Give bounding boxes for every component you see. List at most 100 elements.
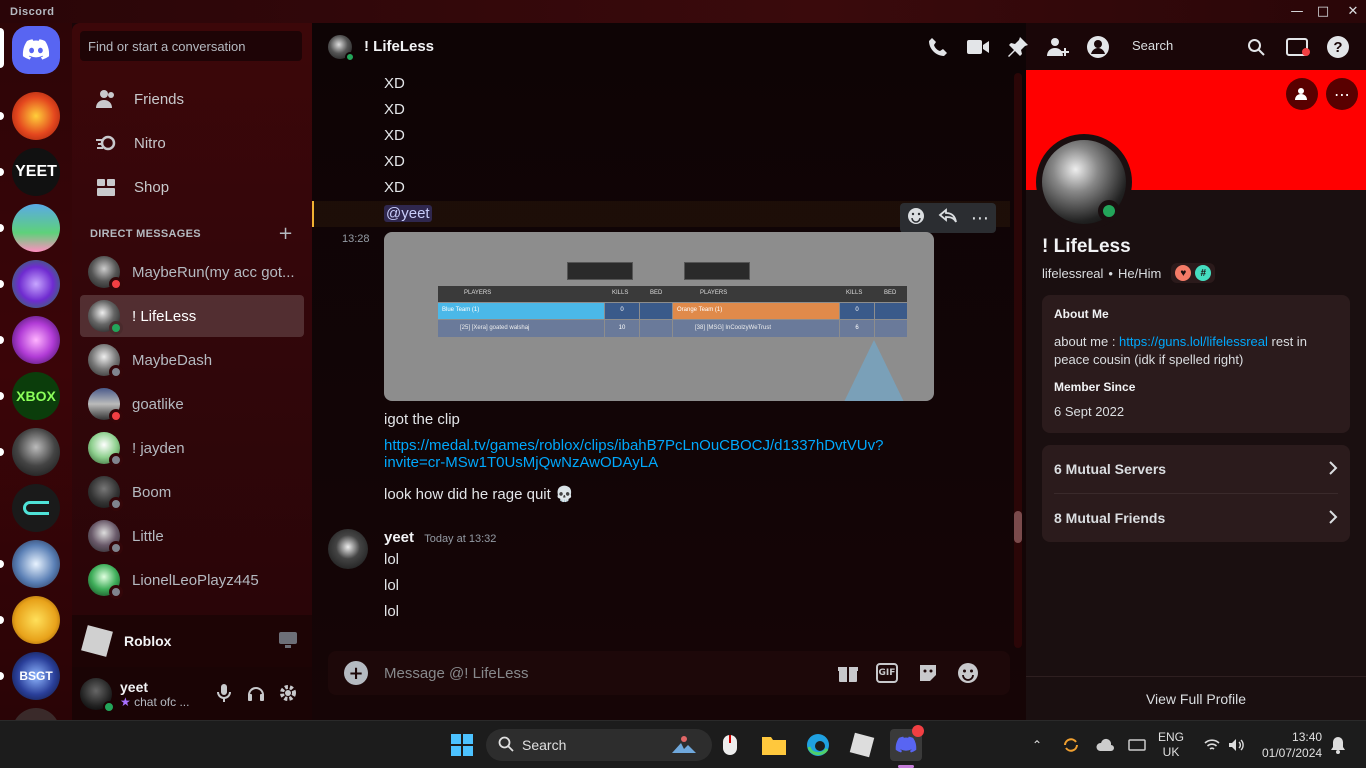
language-code: ENG	[1158, 730, 1185, 744]
nav-nitro[interactable]: Nitro	[80, 122, 304, 164]
help-icon[interactable]: ?	[1326, 35, 1350, 59]
offline-status-icon	[109, 497, 123, 511]
maximize-button[interactable]: □	[1306, 0, 1340, 23]
server-icon-bsgt[interactable]: BSGT	[12, 652, 60, 700]
message-line: look how did he rage quit 💀	[384, 486, 574, 503]
mouse-app-icon[interactable]	[714, 729, 746, 761]
add-attachment-button[interactable]: +	[344, 661, 368, 685]
video-call-icon[interactable]	[966, 35, 990, 59]
discord-taskbar-icon[interactable]	[890, 725, 924, 761]
keyboard-tray-icon[interactable]	[1128, 721, 1146, 768]
dm-item-selected[interactable]: ! LifeLess	[80, 295, 304, 337]
scoreboard-timer-right	[684, 262, 750, 280]
search-icon[interactable]	[1244, 35, 1268, 59]
view-friend-status-icon[interactable]	[1286, 78, 1318, 110]
chat-header: ! LifeLess	[312, 23, 1026, 70]
dm-item-name: MaybeRun(my acc got...	[132, 263, 295, 281]
dm-item[interactable]: Boom	[80, 471, 304, 513]
edge-browser-icon[interactable]	[802, 729, 834, 761]
nav-friends-label: Friends	[134, 90, 185, 108]
user-profile-toggle-icon[interactable]	[1086, 35, 1110, 59]
server-icon-hooded[interactable]	[12, 428, 60, 476]
pinned-messages-icon[interactable]	[1006, 35, 1030, 59]
dm-item[interactable]: MaybeDash	[80, 339, 304, 381]
server-icon-yeet[interactable]: YEET	[12, 148, 60, 196]
show-hidden-icons[interactable]: ⌃	[1032, 721, 1042, 768]
hypesquad-badge-icon[interactable]: #	[1195, 265, 1212, 281]
headphones-icon[interactable]	[246, 683, 266, 707]
dm-item[interactable]: goatlike	[80, 383, 304, 425]
avatar[interactable]	[328, 529, 368, 569]
clock[interactable]: 13:40 01/07/2024	[1262, 721, 1322, 768]
roblox-taskbar-icon[interactable]	[846, 729, 878, 761]
medal-clip-link[interactable]: https://medal.tv/games/roblox/clips/ibah…	[384, 437, 883, 471]
avatar	[88, 476, 123, 511]
server-icon-ghost[interactable]	[12, 540, 60, 588]
gif-button[interactable]: GIF	[876, 663, 898, 683]
scrollbar-track[interactable]	[1014, 73, 1022, 648]
inbox-icon[interactable]	[1286, 35, 1310, 59]
close-button[interactable]: ✕	[1336, 0, 1366, 23]
server-icon-partial[interactable]	[12, 708, 60, 720]
gift-icon[interactable]	[836, 661, 860, 685]
image-attachment[interactable]: PLAYERS KILLS BED PLAYERS KILLS BED Blue…	[384, 232, 934, 401]
about-me-link[interactable]: https://guns.lol/lifelessreal	[1119, 334, 1268, 349]
find-conversation-input[interactable]: Find or start a conversation	[80, 31, 302, 61]
wifi-icon[interactable]	[1204, 721, 1220, 768]
notification-bell-icon[interactable]	[1330, 721, 1346, 768]
server-icon-yellow-face[interactable]	[12, 596, 60, 644]
dm-sidebar: Find or start a conversation Friends Nit…	[72, 23, 312, 615]
server-icon-pink-character[interactable]	[12, 316, 60, 364]
message-author[interactable]: yeet	[384, 529, 414, 546]
more-options-icon[interactable]: ⋯	[1326, 78, 1358, 110]
sticker-icon[interactable]	[916, 661, 940, 685]
avatar	[88, 388, 123, 423]
dm-item[interactable]: MaybeRun(my acc got...	[80, 251, 304, 293]
badge-icon[interactable]: ♥	[1175, 265, 1192, 281]
activity-panel[interactable]: Roblox	[72, 615, 312, 667]
dm-item[interactable]: LionelLeoPlayz445	[80, 559, 304, 601]
server-icon-kirby[interactable]	[12, 204, 60, 252]
nav-shop[interactable]: Shop	[80, 166, 304, 208]
view-full-profile-button[interactable]: View Full Profile	[1026, 676, 1366, 720]
server-icon-ring[interactable]	[12, 484, 60, 532]
volume-icon[interactable]	[1228, 721, 1246, 768]
screen-share-icon[interactable]	[278, 631, 298, 653]
home-button[interactable]	[12, 26, 60, 74]
nav-friends[interactable]: Friends	[80, 78, 304, 120]
server-icon-fire[interactable]	[12, 92, 60, 140]
message-input[interactable]: Message @! LifeLess	[384, 665, 528, 682]
taskbar-search[interactable]: Search	[486, 729, 712, 761]
scoreboard-player-left-bed	[640, 320, 672, 337]
settings-gear-icon[interactable]	[278, 683, 298, 707]
mutual-friends-row[interactable]: 8 Mutual Friends	[1054, 494, 1338, 542]
scoreboard-left-kills: 0	[605, 303, 639, 319]
weather-tray-icon[interactable]	[1096, 721, 1116, 768]
windows-start-icon[interactable]	[446, 729, 478, 761]
add-friends-to-dm-icon[interactable]	[1046, 35, 1070, 59]
mutual-servers-row[interactable]: 6 Mutual Servers	[1054, 445, 1338, 493]
add-reaction-icon[interactable]	[906, 206, 926, 230]
emoji-picker-icon[interactable]	[956, 661, 980, 685]
scrollbar-thumb[interactable]	[1014, 511, 1022, 543]
member-since-title: Member Since	[1054, 380, 1136, 394]
language-indicator[interactable]: ENG UK	[1158, 721, 1184, 768]
clock-date: 01/07/2024	[1262, 746, 1323, 760]
dm-item[interactable]: Little	[80, 515, 304, 557]
voice-call-icon[interactable]	[926, 35, 950, 59]
dnd-status-icon	[109, 409, 123, 423]
more-options-icon[interactable]: ⋯	[971, 208, 990, 229]
message-line: igot the clip	[384, 411, 460, 428]
dm-item-name: MaybeDash	[132, 351, 213, 369]
user-mention[interactable]: @yeet	[384, 205, 432, 222]
server-icon-purple-crest[interactable]	[12, 260, 60, 308]
avatar[interactable]	[80, 677, 115, 713]
dm-item[interactable]: ! jayden	[80, 427, 304, 469]
file-explorer-icon[interactable]	[758, 729, 790, 761]
reply-icon[interactable]	[938, 206, 958, 230]
server-icon-xbox[interactable]: XBOX	[12, 372, 60, 420]
create-dm-plus-icon[interactable]: +	[278, 223, 293, 244]
sync-tray-icon[interactable]	[1062, 721, 1080, 768]
microphone-icon[interactable]	[216, 683, 232, 707]
user-info[interactable]: yeet ★ chat ofc ...	[120, 679, 220, 709]
